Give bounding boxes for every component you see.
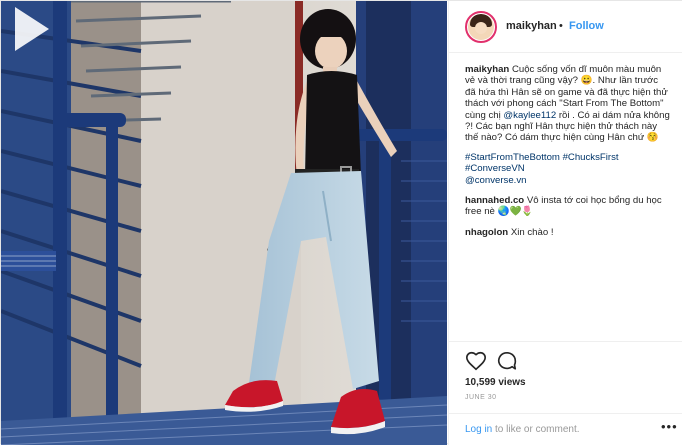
comment-username[interactable]: nhagolon [465, 227, 508, 238]
avatar-image [468, 14, 494, 40]
hashtag-list: #StartFromTheBottom #ChucksFirst #Conver… [465, 152, 671, 186]
caption-username[interactable]: maikyhan [465, 64, 509, 75]
instagram-post: maikyhan • Follow maikyhan Cuộc sống vốn… [0, 0, 682, 445]
post-date: JUNE 30 [465, 394, 497, 401]
video-frame [1, 1, 447, 445]
caption-mention[interactable]: @kaylee112 [503, 110, 556, 121]
comment-item: hannahed.co Vô insta tớ coi học bổng du … [465, 195, 671, 218]
comment-item: nhagolon Xin chào ! [465, 227, 671, 238]
hashtag-link[interactable]: #StartFromTheBottom [465, 152, 560, 163]
header-separator: • [559, 20, 563, 32]
heart-icon[interactable] [465, 350, 487, 372]
login-link[interactable]: Log in [465, 424, 492, 435]
avatar[interactable] [465, 11, 497, 43]
post-video[interactable] [1, 1, 447, 445]
header-username[interactable]: maikyhan [506, 20, 557, 32]
view-count[interactable]: 10,599 views [465, 377, 526, 388]
caption: maikyhan Cuộc sống vốn dĩ muôn màu muôn … [465, 64, 671, 144]
mention-link[interactable]: @converse.vn [465, 175, 671, 186]
follow-button[interactable]: Follow [569, 20, 604, 32]
login-text: to like or comment. [492, 424, 580, 435]
hashtag-link[interactable]: #ChucksFirst [563, 152, 619, 163]
post-header: maikyhan • Follow [449, 1, 682, 53]
comments-list: maikyhan Cuộc sống vốn dĩ muôn màu muôn … [465, 64, 671, 339]
comment-icon[interactable] [496, 350, 518, 372]
post-side-panel: maikyhan • Follow maikyhan Cuộc sống vốn… [448, 1, 682, 445]
comment-text: Xin chào ! [508, 226, 554, 238]
comment-username[interactable]: hannahed.co [465, 195, 524, 206]
play-icon[interactable] [1, 1, 57, 57]
login-prompt: Log in to like or comment. [465, 424, 580, 435]
hashtag-link[interactable]: #ConverseVN [465, 163, 671, 174]
more-options-icon[interactable]: ••• [661, 419, 679, 437]
post-actions: 10,599 views JUNE 30 [449, 341, 682, 421]
login-bar: Log in to like or comment. ••• [449, 413, 682, 445]
